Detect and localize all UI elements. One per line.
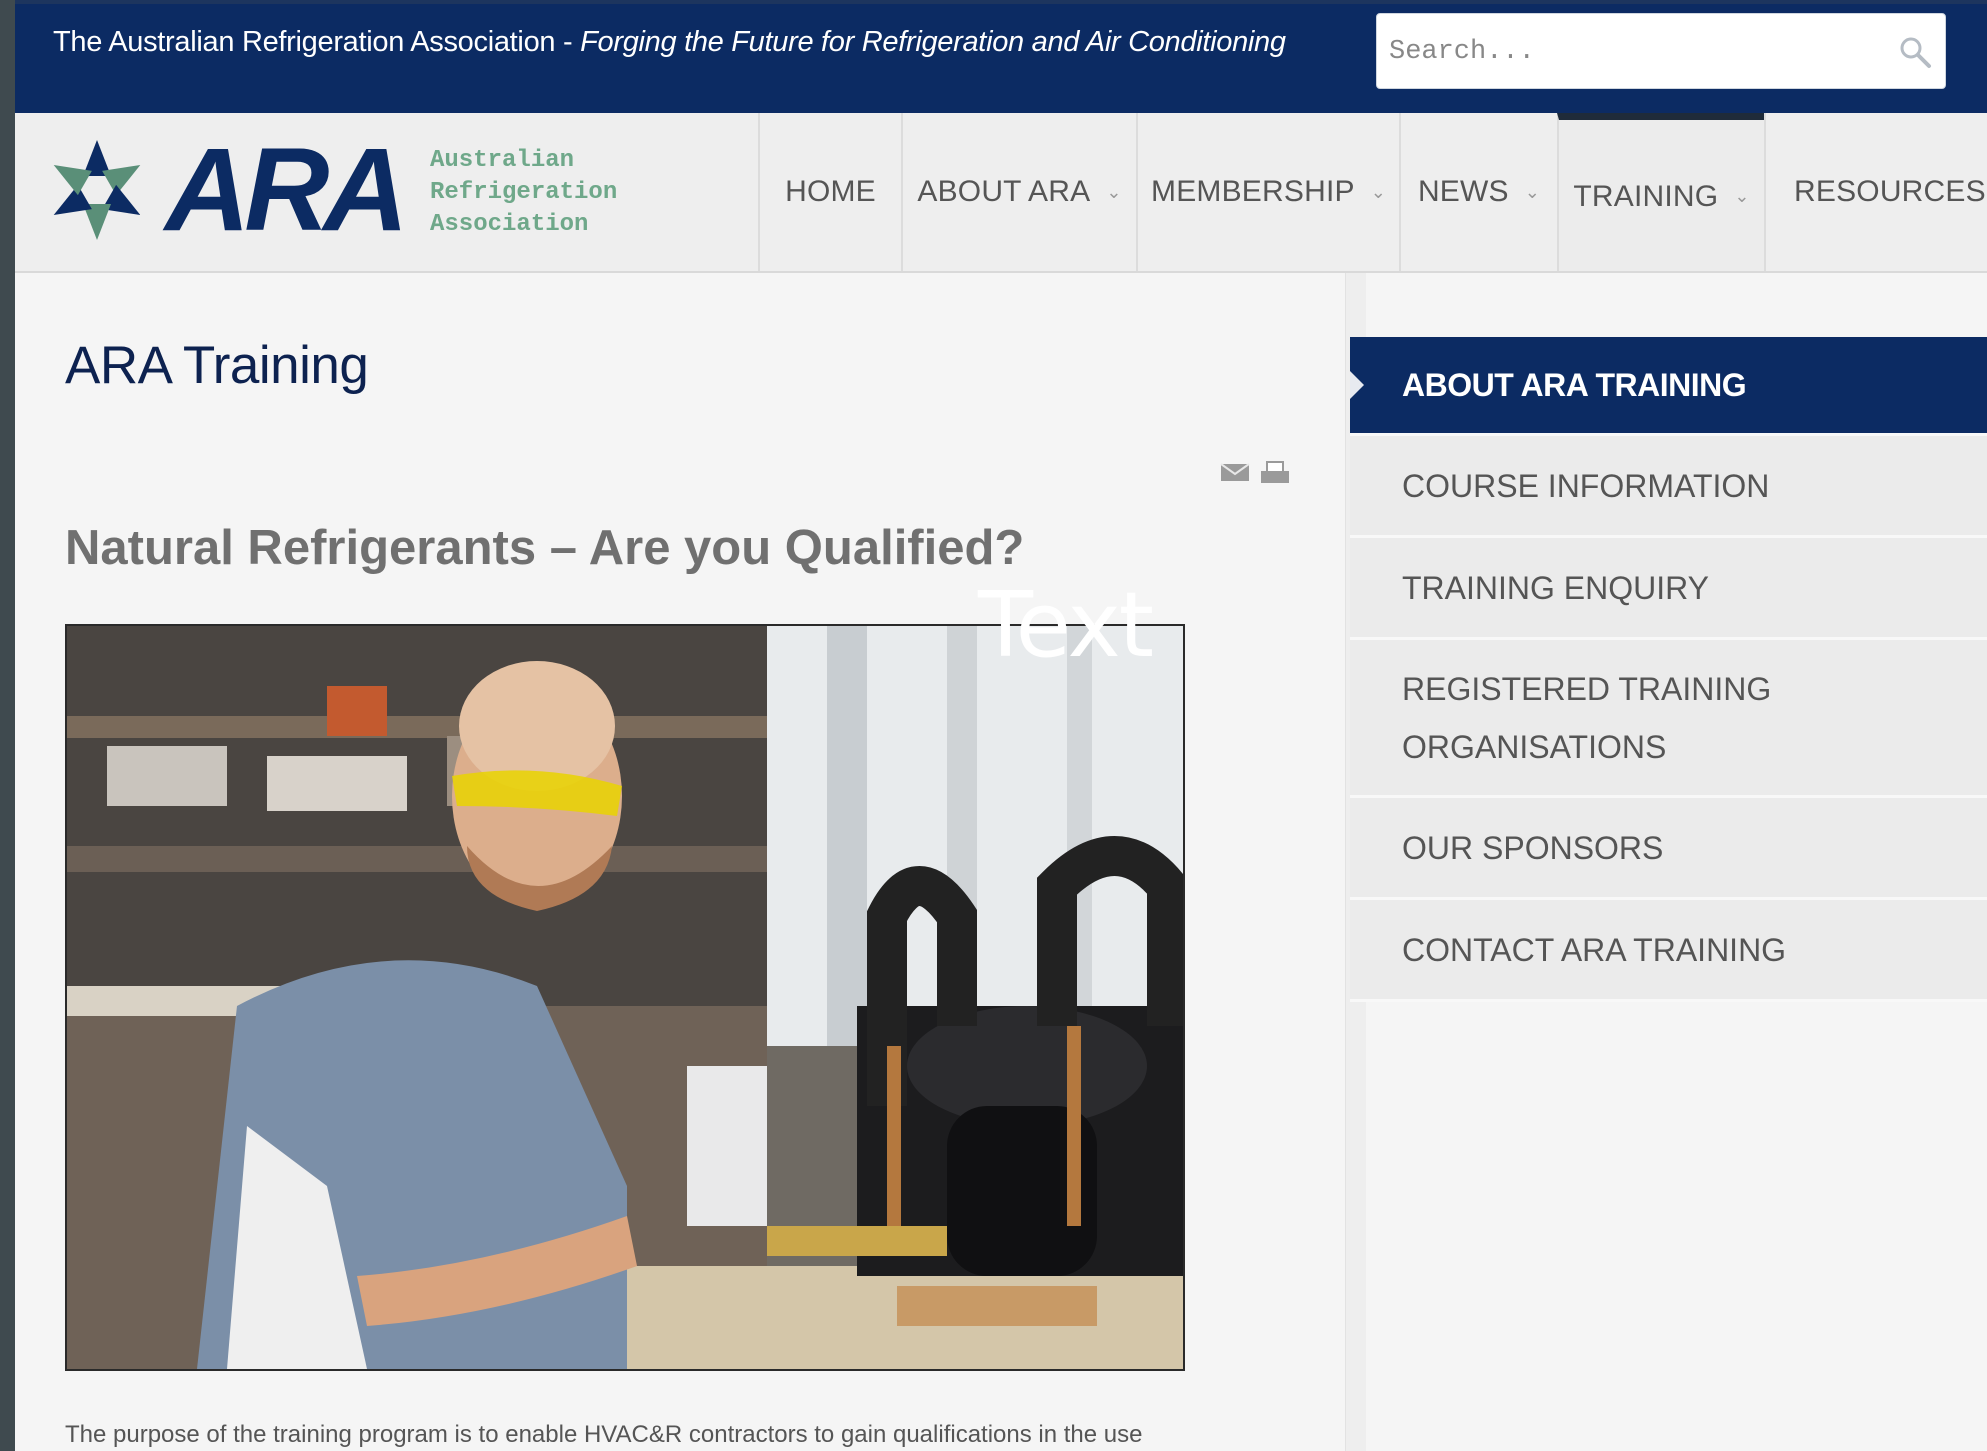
sidebar-item-label: CONTACT ARA TRAINING xyxy=(1402,931,1787,968)
sidebar-item-about-ara-training[interactable]: ABOUT ARA TRAINING xyxy=(1350,337,1987,436)
chevron-down-icon: ⌄ xyxy=(1106,181,1122,202)
nav-membership[interactable]: MEMBERSHIP ⌄ xyxy=(1136,113,1399,271)
logo-line-2: Refrigeration xyxy=(430,179,618,206)
sidebar-item-our-sponsors[interactable]: OUR SPONSORS xyxy=(1350,798,1987,900)
logo-letters: ARA xyxy=(165,124,409,256)
overlay-text: Text xyxy=(978,573,1154,678)
nav-training-label: TRAINING xyxy=(1573,179,1719,213)
search-box[interactable] xyxy=(1376,13,1946,89)
nav-resources[interactable]: RESOURCES⌄ xyxy=(1764,113,1987,271)
email-icon[interactable] xyxy=(1220,461,1250,483)
logo-line-3: Association xyxy=(430,211,589,238)
training-sidebar-menu: ABOUT ARA TRAINING COURSE INFORMATION TR… xyxy=(1350,337,1987,1002)
page: The Australian Refrigeration Association… xyxy=(15,0,1987,1451)
ara-star-logo-icon xyxy=(53,140,141,240)
print-icon[interactable] xyxy=(1260,461,1290,485)
sidebar-item-training-enquiry[interactable]: TRAINING ENQUIRY xyxy=(1350,538,1987,640)
sidebar-item-label-line-2: ORGANISATIONS xyxy=(1402,728,1667,765)
nav-news-label: NEWS xyxy=(1417,175,1509,208)
nav-about-ara[interactable]: ABOUT ARA ⌄ xyxy=(901,113,1136,271)
article-body-text: The purpose of the training program is t… xyxy=(65,1421,1143,1448)
main-nav: HOME ABOUT ARA ⌄ MEMBERSHIP ⌄ NEWS ⌄ TRAINI… xyxy=(758,113,1987,271)
main-content: ARA Training Natural Refrigerants – Are … xyxy=(15,273,1345,1451)
page-title: ARA Training xyxy=(65,336,369,395)
search-input[interactable] xyxy=(1387,24,1881,80)
article-tools xyxy=(1220,461,1290,485)
chevron-down-icon: ⌄ xyxy=(1524,181,1541,202)
tagline-slogan: Forging the Future for Refrigeration and… xyxy=(580,26,1286,58)
nav-about-ara-label: ABOUT ARA xyxy=(917,175,1091,208)
sidebar-item-course-information[interactable]: COURSE INFORMATION xyxy=(1350,436,1987,538)
logo-line-1: Australian xyxy=(430,147,575,174)
site-tagline: The Australian Refrigeration Association… xyxy=(53,26,1286,59)
nav-membership-label: MEMBERSHIP xyxy=(1151,175,1355,208)
logo-wordmark: Australian Refrigeration Association xyxy=(430,145,618,241)
chevron-down-icon: ⌄ xyxy=(1370,181,1386,202)
sidebar-item-label: COURSE INFORMATION xyxy=(1402,467,1770,504)
sidebar-item-label-line-1: REGISTERED TRAINING xyxy=(1402,670,1772,707)
tagline-prefix: The Australian Refrigeration Association… xyxy=(53,26,581,58)
article-photo xyxy=(65,624,1185,1371)
sidebar-item-label: OUR SPONSORS xyxy=(1402,829,1664,866)
search-icon[interactable] xyxy=(1897,34,1933,70)
article-title[interactable]: Natural Refrigerants – Are you Qualified… xyxy=(65,520,1024,576)
nav-resources-label: RESOURCES xyxy=(1794,175,1986,208)
ara-logo[interactable]: ARA Australian Refrigeration Association xyxy=(40,124,618,256)
site-header: ARA Australian Refrigeration Association… xyxy=(15,113,1987,273)
sidebar-item-label: TRAINING ENQUIRY xyxy=(1402,569,1709,606)
sidebar-item-label: ABOUT ARA TRAINING xyxy=(1402,367,1747,403)
top-bar: The Australian Refrigeration Association… xyxy=(15,0,1987,113)
sidebar-item-registered-training-organisations[interactable]: REGISTERED TRAINING ORGANISATIONS xyxy=(1350,640,1987,798)
nav-news[interactable]: NEWS ⌄ xyxy=(1399,113,1557,271)
sidebar-item-contact-ara-training[interactable]: CONTACT ARA TRAINING xyxy=(1350,900,1987,1002)
nav-home[interactable]: HOME xyxy=(758,113,901,271)
nav-home-label: HOME xyxy=(785,175,876,208)
chevron-down-icon: ⌄ xyxy=(1734,186,1750,206)
technician-photo xyxy=(67,626,1183,1369)
nav-training[interactable]: TRAINING ⌄ xyxy=(1557,113,1764,271)
